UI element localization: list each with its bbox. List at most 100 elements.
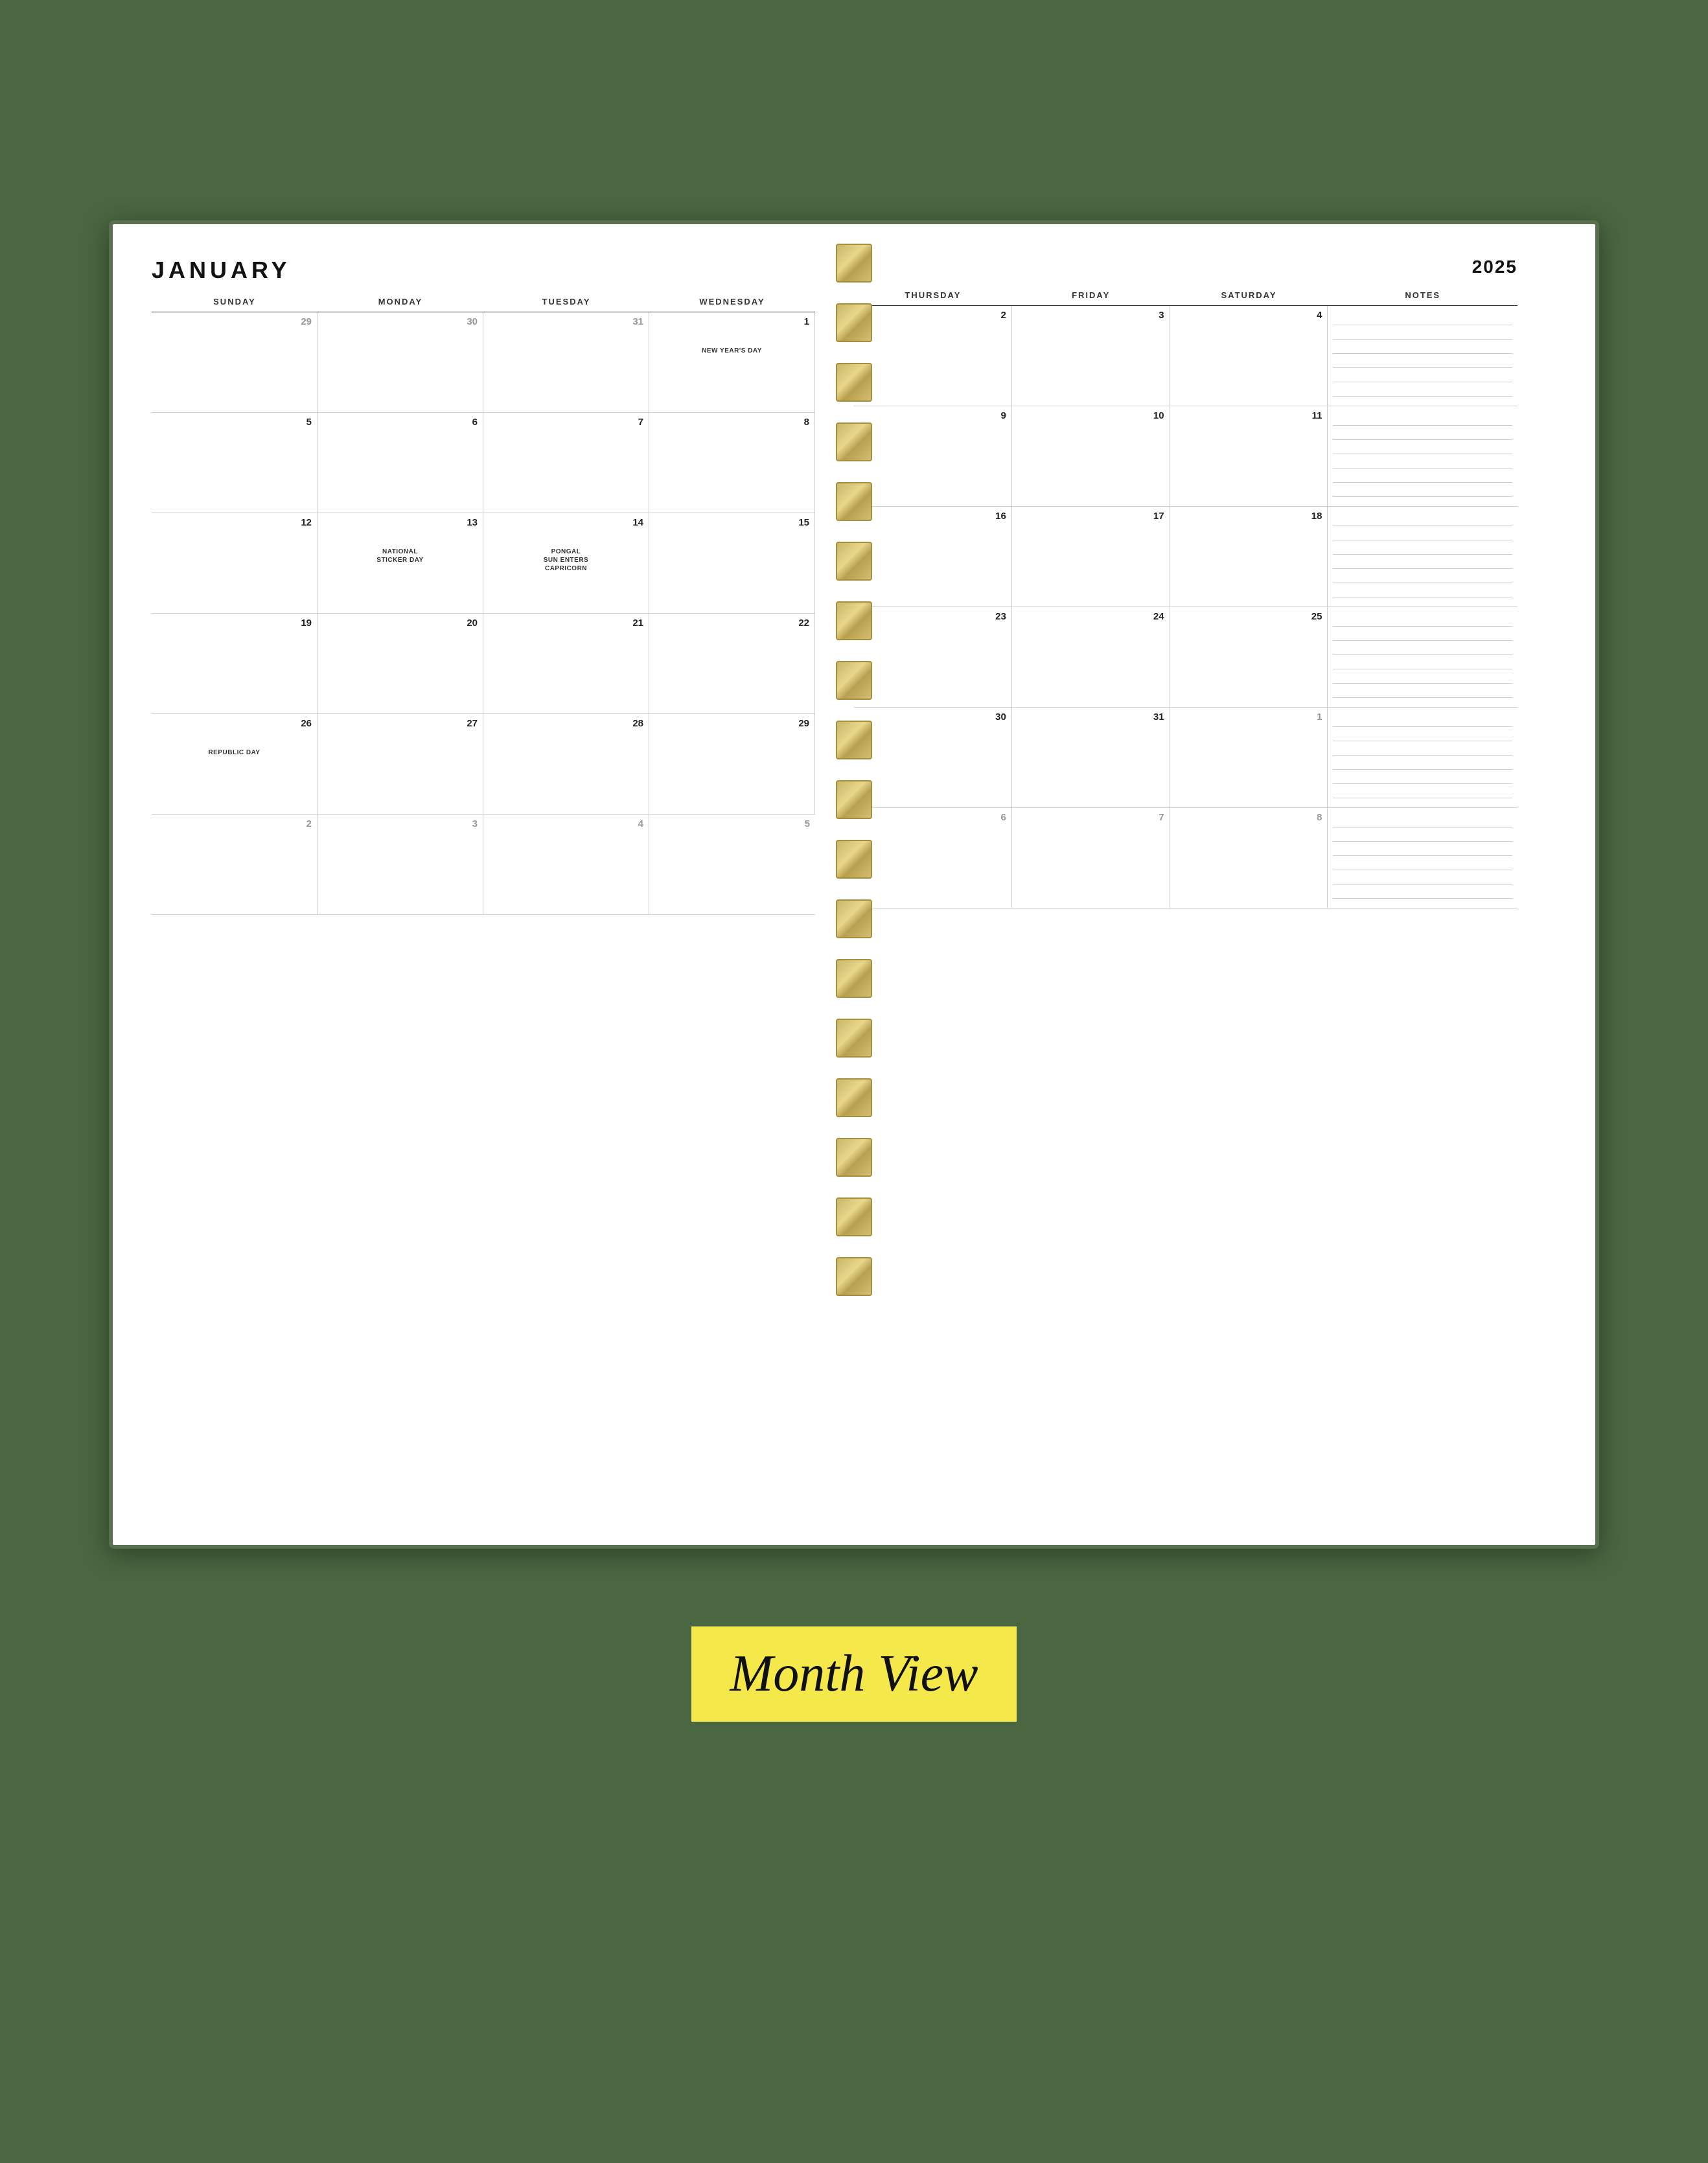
table-row: 24: [1012, 607, 1170, 708]
cell-date: 28: [489, 718, 643, 729]
cell-date: 31: [489, 316, 643, 327]
notes-line[interactable]: [1333, 727, 1512, 741]
cell-date: 23: [859, 611, 1006, 622]
left-day-headers: SUNDAY MONDAY TUESDAY WEDNESDAY: [152, 297, 815, 312]
notes-line[interactable]: [1333, 325, 1512, 340]
notes-line[interactable]: [1333, 770, 1512, 784]
month-title: JANUARY: [152, 257, 815, 284]
table-row: 5: [152, 413, 317, 513]
header-tuesday: TUESDAY: [483, 297, 649, 312]
notes-cell: [1328, 808, 1518, 908]
cell-date: 5: [157, 417, 312, 428]
header-friday: FRIDAY: [1012, 290, 1170, 306]
notes-cell: [1328, 507, 1518, 607]
notes-line[interactable]: [1333, 669, 1512, 684]
notes-line[interactable]: [1333, 870, 1512, 885]
notes-line[interactable]: [1333, 411, 1512, 426]
cell-date: 8: [654, 417, 809, 428]
notes-line[interactable]: [1333, 583, 1512, 597]
notes-line[interactable]: [1333, 382, 1512, 397]
notes-line[interactable]: [1333, 612, 1512, 627]
cell-date: 8: [1175, 812, 1322, 823]
table-row: 5: [649, 815, 815, 915]
table-row: 31: [483, 312, 649, 413]
spiral-coil: [836, 1138, 872, 1177]
spiral-coil: [836, 721, 872, 759]
spiral-coil: [836, 601, 872, 640]
left-page: JANUARY SUNDAY MONDAY TUESDAY WEDNESDAY …: [113, 224, 835, 1545]
notes-line[interactable]: [1333, 827, 1512, 842]
notes-line[interactable]: [1333, 526, 1512, 540]
cell-date: 20: [323, 618, 478, 629]
cell-date: 30: [859, 711, 1006, 723]
notes-line[interactable]: [1333, 555, 1512, 569]
notes-line[interactable]: [1333, 454, 1512, 468]
cell-date: 2: [157, 818, 312, 829]
notes-line[interactable]: [1333, 856, 1512, 870]
cell-date: 21: [489, 618, 643, 629]
table-row: 9: [854, 406, 1012, 507]
spiral-coil: [836, 661, 872, 700]
notes-line[interactable]: [1333, 627, 1512, 641]
cell-date: 26: [157, 718, 312, 729]
table-row: 29: [152, 312, 317, 413]
spiral-coil: [836, 422, 872, 461]
notes-line[interactable]: [1333, 354, 1512, 368]
table-row: 3: [317, 815, 483, 915]
notes-line[interactable]: [1333, 540, 1512, 555]
spiral-coil: [836, 1019, 872, 1058]
spiral-coil: [836, 959, 872, 998]
table-row: 30: [317, 312, 483, 413]
table-row: 1: [1170, 708, 1328, 808]
notes-line[interactable]: [1333, 368, 1512, 382]
notes-line[interactable]: [1333, 684, 1512, 698]
cell-event: NATIONAL STICKER DAY: [323, 548, 478, 564]
table-row: 7: [1012, 808, 1170, 908]
notes-line[interactable]: [1333, 340, 1512, 354]
notes-line[interactable]: [1333, 885, 1512, 899]
table-row: 2: [854, 306, 1012, 406]
cell-date: 10: [1017, 410, 1164, 421]
spiral-coil: [836, 840, 872, 879]
cell-date: 30: [323, 316, 478, 327]
notes-line[interactable]: [1333, 468, 1512, 483]
notes-line[interactable]: [1333, 641, 1512, 655]
notes-line[interactable]: [1333, 741, 1512, 756]
notes-cell: [1328, 607, 1518, 708]
cell-date: 27: [323, 718, 478, 729]
notes-line[interactable]: [1333, 784, 1512, 798]
cell-date: 16: [859, 511, 1006, 522]
cell-date: 9: [859, 410, 1006, 421]
notes-line[interactable]: [1333, 713, 1512, 727]
cell-date: 11: [1175, 410, 1322, 421]
month-view-banner: Month View: [691, 1626, 1017, 1722]
table-row: 4: [483, 815, 649, 915]
notes-line[interactable]: [1333, 569, 1512, 583]
notes-line[interactable]: [1333, 842, 1512, 856]
notes-line[interactable]: [1333, 440, 1512, 454]
notes-line[interactable]: [1333, 512, 1512, 526]
spiral-coil: [836, 1078, 872, 1117]
table-row: 1NEW YEAR'S DAY: [649, 312, 815, 413]
table-row: 2: [152, 815, 317, 915]
cell-date: 1: [1175, 711, 1322, 723]
cell-date: 14: [489, 517, 643, 528]
cell-date: 24: [1017, 611, 1164, 622]
notes-cell: [1328, 406, 1518, 507]
notes-line[interactable]: [1333, 756, 1512, 770]
cell-date: 12: [157, 517, 312, 528]
table-row: 4: [1170, 306, 1328, 406]
notes-line[interactable]: [1333, 426, 1512, 440]
notes-line[interactable]: [1333, 655, 1512, 669]
month-view-text: Month View: [730, 1645, 978, 1704]
notes-line[interactable]: [1333, 483, 1512, 497]
cell-date: 25: [1175, 611, 1322, 622]
cell-date: 18: [1175, 511, 1322, 522]
cell-date: 7: [1017, 812, 1164, 823]
spiral-coil: [836, 363, 872, 402]
table-row: 3: [1012, 306, 1170, 406]
table-row: 16: [854, 507, 1012, 607]
cell-event: NEW YEAR'S DAY: [654, 347, 809, 355]
notes-line[interactable]: [1333, 311, 1512, 325]
notes-line[interactable]: [1333, 813, 1512, 827]
